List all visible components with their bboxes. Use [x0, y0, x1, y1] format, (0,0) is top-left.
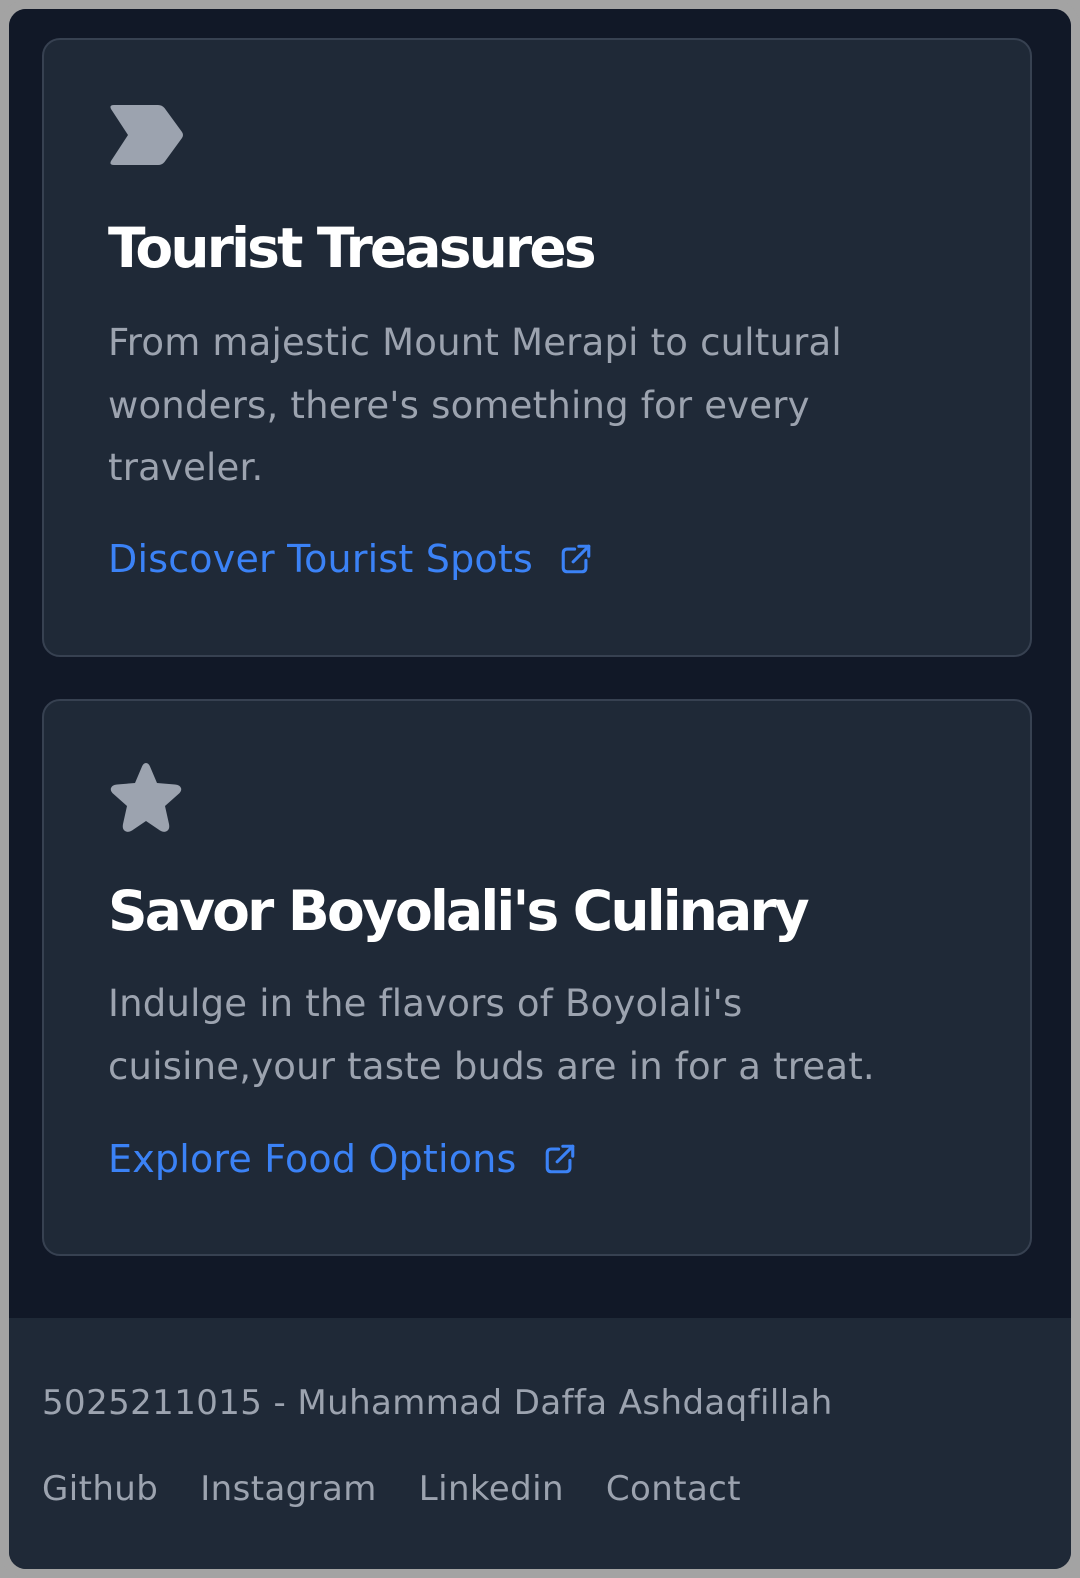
footer-link-github[interactable]: Github	[42, 1469, 158, 1509]
footer-links: Github Instagram Linkedin Contact	[42, 1466, 741, 1512]
card-description: From majestic Mount Merapi to cultural w…	[108, 321, 842, 489]
card-tourist-treasures: Tourist Treasures From majestic Mount Me…	[42, 38, 1032, 657]
card-description: Indulge in the flavors of Boyolali's cui…	[108, 982, 875, 1088]
device-frame: Tourist Treasures From majestic Mount Me…	[0, 0, 1080, 1578]
explore-food-options-link[interactable]: Explore Food Options	[108, 1134, 577, 1184]
footer-link-item: Linkedin	[419, 1466, 564, 1512]
link-label: Discover Tourist Spots	[108, 537, 533, 581]
footer: 5025211015 - Muhammad Daffa Ashdaqfillah…	[9, 1318, 1071, 1569]
external-link-icon	[559, 542, 593, 576]
link-label: Explore Food Options	[108, 1137, 517, 1181]
star-icon	[108, 761, 184, 835]
card-title: Savor Boyolali's Culinary	[108, 879, 810, 943]
footer-link-linkedin[interactable]: Linkedin	[419, 1469, 564, 1509]
footer-link-item: Contact	[606, 1466, 741, 1512]
discover-tourist-spots-link[interactable]: Discover Tourist Spots	[108, 534, 593, 584]
footer-link-item: Instagram	[200, 1466, 377, 1512]
chevron-tag-icon	[108, 98, 184, 172]
footer-link-item: Github	[42, 1466, 158, 1512]
footer-link-instagram[interactable]: Instagram	[200, 1469, 377, 1509]
main-content: Tourist Treasures From majestic Mount Me…	[9, 9, 1071, 1327]
footer-link-contact[interactable]: Contact	[606, 1469, 741, 1509]
footer-credit: 5025211015 - Muhammad Daffa Ashdaqfillah	[42, 1383, 833, 1423]
card-culinary: Savor Boyolali's Culinary Indulge in the…	[42, 699, 1032, 1256]
card-title: Tourist Treasures	[108, 216, 597, 280]
external-link-icon	[543, 1142, 577, 1176]
